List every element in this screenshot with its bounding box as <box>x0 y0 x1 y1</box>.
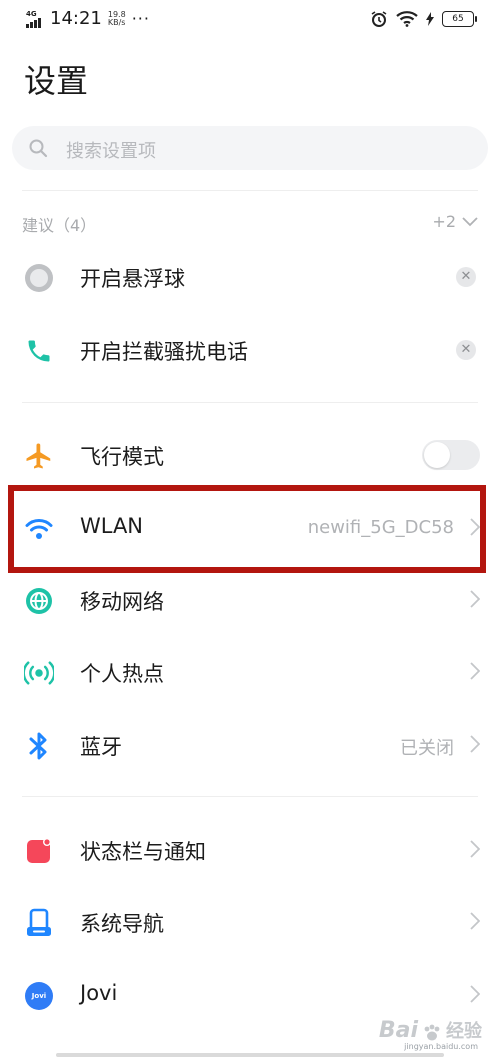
dismiss-suggestion-button[interactable]: ✕ <box>456 340 476 360</box>
suggestion-label: 开启悬浮球 <box>80 267 185 291</box>
hotspot-icon <box>24 658 54 688</box>
divider <box>22 796 478 797</box>
floating-ball-icon <box>24 263 54 293</box>
charging-icon <box>426 12 434 26</box>
settings-item-label: 飞行模式 <box>80 445 164 469</box>
settings-item-label: 系统导航 <box>80 912 164 936</box>
navigation-icon <box>24 908 54 938</box>
battery-icon: 65 <box>442 11 477 27</box>
search-icon <box>29 139 48 158</box>
wlan-highlight-box <box>8 485 486 573</box>
settings-item-label: 移动网络 <box>80 590 164 614</box>
alarm-icon <box>371 11 387 27</box>
network-speed: 19.8 KB/s <box>107 9 126 27</box>
settings-item-label: 个人热点 <box>80 662 164 686</box>
chevron-right-icon <box>470 985 480 1003</box>
page-title: 设置 <box>24 62 89 100</box>
settings-item-system-navigation[interactable]: 系统导航 <box>0 893 500 951</box>
settings-item-airplane-mode[interactable]: 飞行模式 <box>0 426 500 484</box>
status-bar: 4G 14:21 19.8 KB/s ··· 65 <box>0 0 500 40</box>
chevron-right-icon <box>470 735 480 753</box>
wifi-status-icon <box>396 11 418 27</box>
suggestions-more-count: +2 <box>432 212 456 231</box>
bluetooth-icon <box>24 731 54 761</box>
chevron-right-icon <box>470 590 480 608</box>
settings-item-label: Jovi <box>80 981 118 1005</box>
home-indicator[interactable] <box>56 1053 444 1057</box>
settings-item-hotspot[interactable]: 个人热点 <box>0 643 500 701</box>
signal-icon: 4G <box>26 10 44 28</box>
airplane-icon <box>24 441 54 471</box>
settings-item-label: 蓝牙 <box>80 735 122 759</box>
divider <box>22 402 478 403</box>
search-placeholder: 搜索设置项 <box>66 141 156 162</box>
baidu-watermark: Bai 经验 <box>378 1018 482 1043</box>
settings-item-mobile-network[interactable]: 移动网络 <box>0 571 500 629</box>
notification-icon <box>24 836 54 866</box>
suggestion-floating-ball[interactable]: 开启悬浮球 ✕ <box>0 248 500 306</box>
more-notifications-icon: ··· <box>131 9 150 28</box>
settings-item-bluetooth[interactable]: 蓝牙 已关闭 <box>0 716 500 774</box>
divider <box>22 190 478 191</box>
chevron-right-icon <box>470 662 480 680</box>
dismiss-suggestion-button[interactable]: ✕ <box>456 267 476 287</box>
search-input[interactable]: 搜索设置项 <box>12 126 488 170</box>
globe-icon <box>24 586 54 616</box>
suggestion-label: 开启拦截骚扰电话 <box>80 340 248 364</box>
chevron-right-icon <box>470 912 480 930</box>
suggestion-block-calls[interactable]: 开启拦截骚扰电话 ✕ <box>0 321 500 379</box>
suggestions-expand-button[interactable]: +2 <box>432 212 478 231</box>
phone-icon <box>24 336 54 366</box>
chevron-right-icon <box>470 840 480 858</box>
settings-item-label: 状态栏与通知 <box>80 840 206 864</box>
clock: 14:21 <box>50 8 102 29</box>
watermark-url: jingyan.baidu.com <box>404 1042 478 1051</box>
chevron-down-icon <box>462 216 478 226</box>
airplane-mode-toggle[interactable] <box>422 440 480 470</box>
bluetooth-status: 已关闭 <box>400 738 454 759</box>
settings-item-status-bar-notifications[interactable]: 状态栏与通知 <box>0 821 500 879</box>
settings-item-jovi[interactable]: Jovi Jovi <box>0 966 500 1024</box>
paw-icon <box>424 1024 440 1041</box>
jovi-icon: Jovi <box>24 981 54 1011</box>
suggestions-header: 建议（4） <box>22 216 97 235</box>
